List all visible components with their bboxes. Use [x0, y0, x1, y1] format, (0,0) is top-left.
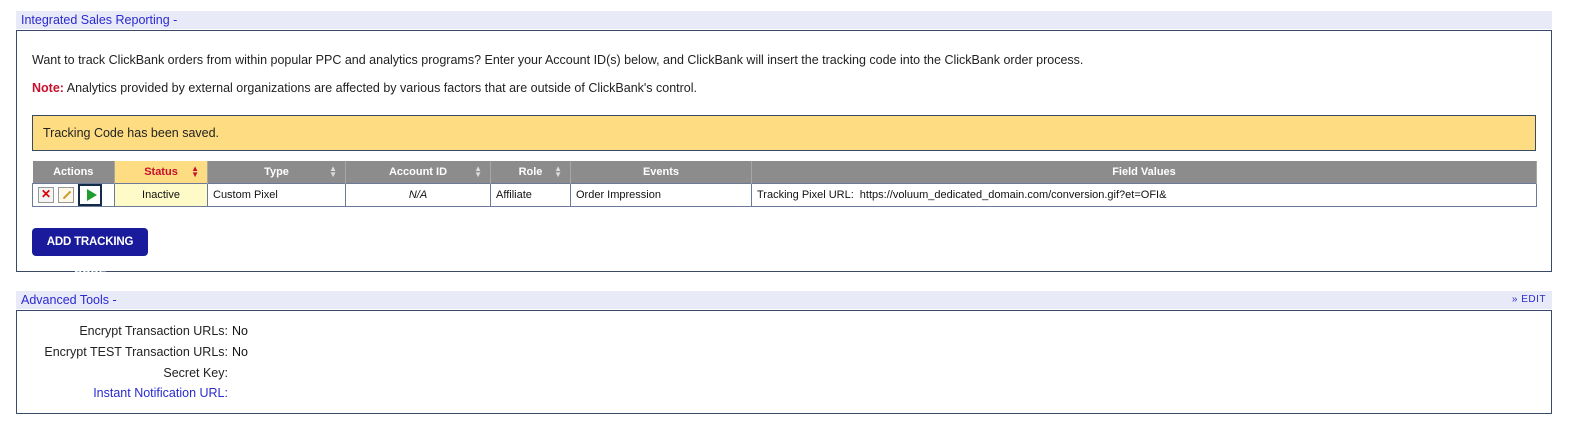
- sales-reporting-title: Integrated Sales Reporting -: [21, 13, 178, 27]
- sort-icon: ▲ ▼: [191, 164, 199, 179]
- row-field-values: Tracking Pixel URL: https://voluum_dedica…: [751, 183, 1537, 207]
- advanced-tools-header: Advanced Tools - » EDIT: [16, 291, 1552, 309]
- sales-reporting-header: Integrated Sales Reporting -: [16, 11, 1552, 29]
- field-value: https://voluum_dedicated_domain.com/conv…: [859, 189, 1167, 201]
- tracking-code-table: Actions Status ▲ ▼ Type ▲ ▼ Account ID ▲ ▼ Rol…: [32, 161, 1537, 207]
- note-body: Analytics provided by external organizat…: [63, 81, 697, 95]
- table-row: ✕ Inactive Custom Pixel N/A Affiliate Or…: [32, 183, 1537, 207]
- row-status: Inactive: [114, 183, 208, 207]
- encrypt-test-urls-value: No: [232, 345, 248, 359]
- col-field-values: Field Values: [751, 161, 1537, 184]
- encrypt-urls-value: No: [232, 324, 248, 338]
- edit-link[interactable]: » EDIT: [1512, 291, 1546, 309]
- col-actions: Actions: [32, 161, 115, 184]
- col-type[interactable]: Type ▲ ▼: [207, 161, 346, 184]
- row-role: Affiliate: [490, 183, 571, 207]
- field-label: Tracking Pixel URL:: [757, 189, 854, 201]
- row-events: Order Impression: [570, 183, 752, 207]
- encrypt-test-urls-label: Encrypt TEST Transaction URLs:: [44, 345, 228, 359]
- sort-icon: ▲ ▼: [474, 164, 482, 179]
- table-header-row: Actions Status ▲ ▼ Type ▲ ▼ Account ID ▲ ▼ Rol…: [32, 161, 1537, 184]
- sort-icon: ▲ ▼: [329, 164, 337, 179]
- advanced-tools-title: Advanced Tools -: [21, 293, 117, 307]
- intro-text: Want to track ClickBank orders from with…: [32, 53, 1084, 67]
- sales-reporting-panel: Want to track ClickBank orders from with…: [16, 30, 1552, 276]
- edit-icon[interactable]: [58, 187, 74, 203]
- saved-alert: Tracking Code has been saved.: [32, 115, 1536, 151]
- encrypt-urls-label: Encrypt Transaction URLs:: [79, 324, 228, 338]
- add-tracking-code-button[interactable]: ADD TRACKING CODE: [32, 228, 148, 276]
- note-label: Note:: [32, 81, 64, 95]
- delete-icon[interactable]: ✕: [38, 187, 54, 203]
- play-icon[interactable]: [78, 184, 102, 206]
- col-status[interactable]: Status ▲ ▼: [114, 161, 208, 184]
- note-text: Note: Analytics provided by external org…: [32, 81, 697, 95]
- row-account-id: N/A: [345, 183, 491, 207]
- row-actions: ✕: [32, 183, 115, 207]
- sort-icon: ▲ ▼: [554, 164, 562, 179]
- col-role[interactable]: Role ▲ ▼: [490, 161, 571, 184]
- advanced-tools-panel: Encrypt Transaction URLs: No Encrypt TES…: [16, 310, 1552, 414]
- row-type: Custom Pixel: [207, 183, 346, 207]
- secret-key-label: Secret Key:: [163, 366, 228, 380]
- instant-notification-url-link[interactable]: Instant Notification URL:: [17, 386, 228, 400]
- col-events: Events: [570, 161, 752, 184]
- col-account-id[interactable]: Account ID ▲ ▼: [345, 161, 491, 184]
